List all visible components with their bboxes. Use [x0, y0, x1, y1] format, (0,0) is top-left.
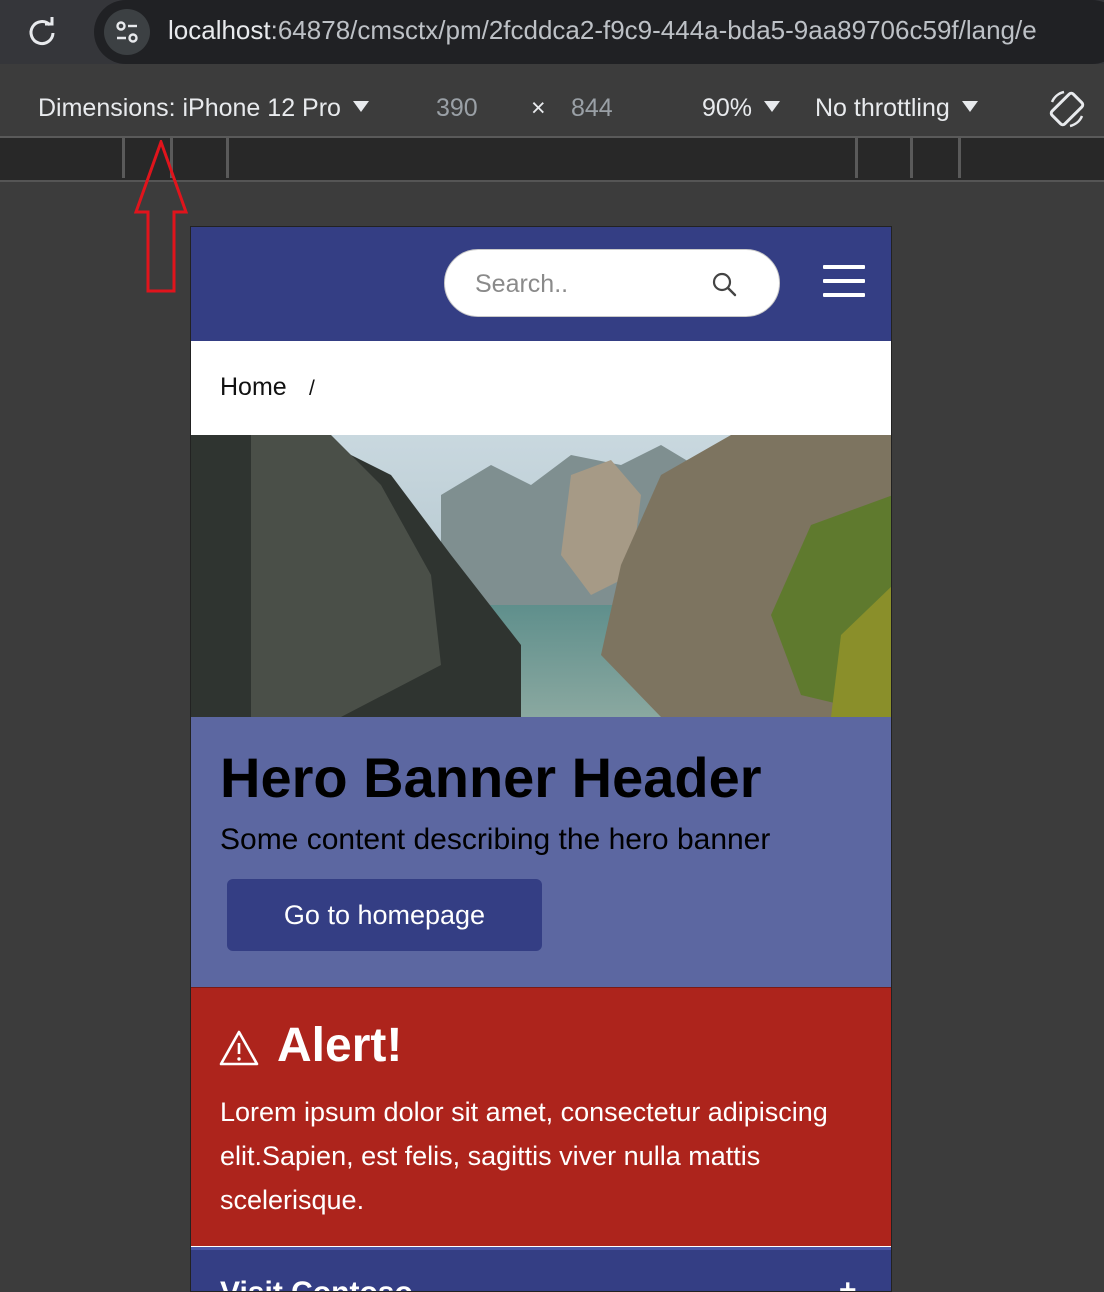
- ruler-tick: [910, 138, 913, 178]
- dimensions-dropdown[interactable]: Dimensions: iPhone 12 Pro: [38, 94, 369, 123]
- expand-icon[interactable]: +: [839, 1274, 857, 1291]
- ruler-tick: [226, 138, 229, 178]
- search-icon[interactable]: [711, 271, 737, 297]
- breadcrumb-separator: /: [309, 377, 315, 400]
- ruler-tick: [958, 138, 961, 178]
- menu-icon[interactable]: [823, 265, 865, 301]
- search-input[interactable]: [473, 264, 697, 304]
- alert-banner: Alert! Lorem ipsum dolor sit amet, conse…: [191, 987, 891, 1246]
- site-info-icon[interactable]: [104, 9, 150, 55]
- dimension-separator: ×: [531, 94, 546, 122]
- visit-accordion[interactable]: Visit Contoso +: [191, 1247, 891, 1291]
- chevron-down-icon: [352, 101, 369, 112]
- address-bar[interactable]: localhost:64878/cmsctx/pm/2fcddca2-f9c9-…: [94, 0, 1104, 64]
- search-box[interactable]: [444, 249, 780, 317]
- browser-toolbar: localhost:64878/cmsctx/pm/2fcddca2-f9c9-…: [0, 0, 1104, 64]
- breadcrumb-home-link[interactable]: Home: [220, 373, 287, 402]
- hero-title: Hero Banner Header: [220, 746, 762, 809]
- site-header: [191, 227, 891, 341]
- url-text: localhost:64878/cmsctx/pm/2fcddca2-f9c9-…: [168, 15, 1037, 45]
- breadcrumb: Home /: [191, 341, 891, 435]
- width-input[interactable]: 390: [436, 94, 478, 123]
- rotate-device-icon[interactable]: [1046, 88, 1088, 130]
- device-viewport: Home / Hero Banner Header Some content d…: [190, 226, 892, 1292]
- alert-body: Lorem ipsum dolor sit amet, consectetur …: [220, 1097, 828, 1215]
- hero-description: Some content describing the hero banner: [220, 823, 771, 856]
- ruler-tick: [855, 138, 858, 178]
- go-to-homepage-button[interactable]: Go to homepage: [227, 879, 542, 951]
- chevron-down-icon: [764, 101, 781, 112]
- reload-icon[interactable]: [26, 16, 58, 48]
- height-input[interactable]: 844: [571, 94, 613, 123]
- warning-icon: [219, 1030, 259, 1066]
- alert-title: Alert!: [277, 1019, 403, 1072]
- zoom-dropdown[interactable]: 90%: [702, 94, 781, 123]
- ruler-tick: [122, 138, 125, 178]
- hero-image: [191, 435, 891, 717]
- annotation-arrow-icon: [133, 140, 189, 293]
- chevron-down-icon: [961, 101, 978, 112]
- hero-banner: Hero Banner Header Some content describi…: [191, 717, 891, 987]
- throttling-dropdown[interactable]: No throttling: [815, 94, 978, 123]
- visit-title: Visit Contoso: [220, 1276, 413, 1291]
- device-toolbar: Dimensions: iPhone 12 Pro 390 × 844 90% …: [0, 78, 1104, 138]
